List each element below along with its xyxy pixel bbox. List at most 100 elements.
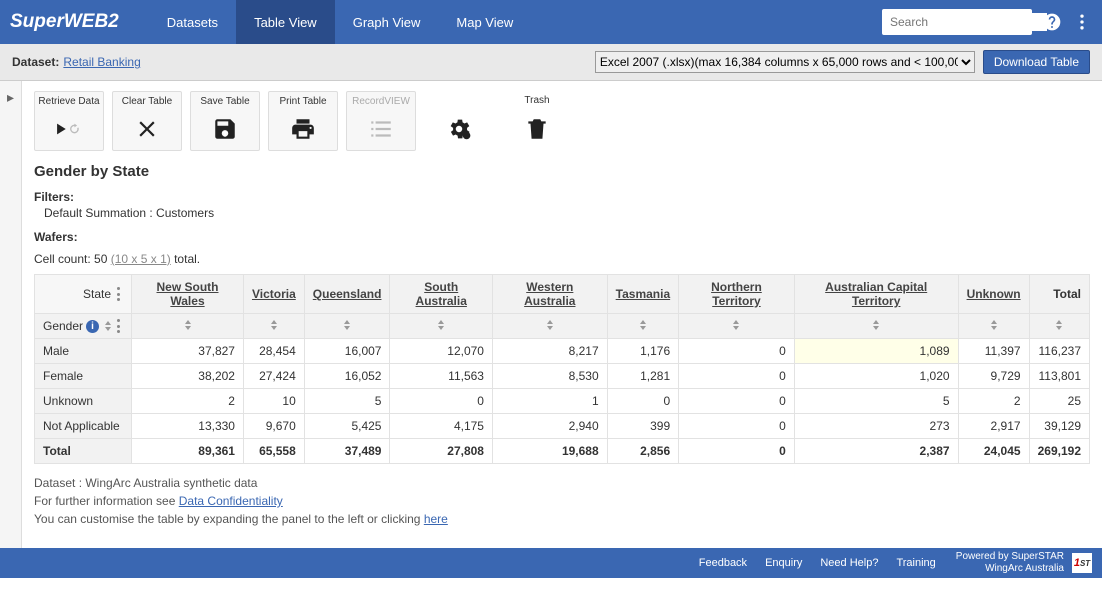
data-cell[interactable]: 11,397	[958, 339, 1029, 364]
data-cell[interactable]: 9,729	[958, 364, 1029, 389]
data-cell[interactable]: 28,454	[243, 339, 304, 364]
row-header[interactable]: Female	[35, 364, 132, 389]
data-cell[interactable]: 5,425	[304, 414, 390, 439]
bottom-bar: Feedback Enquiry Need Help? Training Pow…	[0, 548, 1102, 578]
tab-table-view[interactable]: Table View	[236, 0, 335, 44]
data-cell[interactable]: 37,827	[132, 339, 244, 364]
search-box[interactable]	[882, 9, 1032, 35]
footer-need-help[interactable]: Need Help?	[820, 557, 878, 569]
col-header[interactable]: South Australia	[416, 280, 467, 308]
data-cell[interactable]: 10	[243, 389, 304, 414]
retrieve-data-button[interactable]: Retrieve Data	[34, 91, 104, 151]
footer-feedback[interactable]: Feedback	[699, 557, 747, 569]
data-cell[interactable]: 273	[794, 414, 958, 439]
sort-icon[interactable]	[1054, 320, 1064, 330]
help-icon[interactable]	[1042, 12, 1062, 32]
clear-table-button[interactable]: Clear Table	[112, 91, 182, 151]
data-cell[interactable]: 2	[958, 389, 1029, 414]
kebab-menu-icon[interactable]	[1072, 12, 1092, 32]
data-cell[interactable]: 1,089	[794, 339, 958, 364]
settings-button[interactable]	[424, 91, 494, 151]
data-cell[interactable]: 13,330	[132, 414, 244, 439]
data-cell[interactable]: 0	[679, 389, 795, 414]
save-table-button[interactable]: Save Table	[190, 91, 260, 151]
data-cell[interactable]: 0	[390, 389, 493, 414]
col-axis-menu-icon[interactable]	[117, 287, 123, 301]
data-cell[interactable]: 1,281	[607, 364, 678, 389]
tab-graph-view[interactable]: Graph View	[335, 0, 439, 44]
row-total-cell: 39,129	[1029, 414, 1089, 439]
dataset-link[interactable]: Retail Banking	[63, 55, 140, 69]
col-header[interactable]: Western Australia	[524, 280, 575, 308]
row-axis-header[interactable]: Gender i	[35, 314, 132, 339]
corner-cell: State	[35, 275, 132, 314]
wafers-label: Wafers:	[34, 230, 1090, 244]
data-cell[interactable]: 16,007	[304, 339, 390, 364]
data-cell[interactable]: 0	[679, 339, 795, 364]
data-cell[interactable]: 0	[607, 389, 678, 414]
tab-datasets[interactable]: Datasets	[149, 0, 236, 44]
col-header[interactable]: New South Wales	[157, 280, 219, 308]
sort-icon[interactable]	[989, 320, 999, 330]
data-cell[interactable]: 16,052	[304, 364, 390, 389]
trash-button[interactable]: Trash	[502, 91, 572, 151]
info-icon[interactable]: i	[86, 320, 99, 333]
play-refresh-icon	[56, 111, 82, 146]
data-cell[interactable]: 4,175	[390, 414, 493, 439]
data-cell[interactable]: 0	[679, 414, 795, 439]
sort-icon[interactable]	[731, 320, 741, 330]
data-cell[interactable]: 1,020	[794, 364, 958, 389]
expand-panel-toggle[interactable]: ▸	[0, 81, 22, 548]
toolbar: Retrieve Data Clear Table Save Table Pri…	[34, 91, 1090, 151]
col-header[interactable]: Unknown	[967, 287, 1021, 301]
sort-icon[interactable]	[871, 320, 881, 330]
sort-icon[interactable]	[183, 320, 193, 330]
sort-icon[interactable]	[269, 320, 279, 330]
list-icon	[368, 111, 394, 146]
tab-map-view[interactable]: Map View	[438, 0, 531, 44]
data-cell[interactable]: 27,424	[243, 364, 304, 389]
col-header[interactable]: Australian Capital Territory	[825, 280, 927, 308]
row-header[interactable]: Male	[35, 339, 132, 364]
x-icon	[134, 111, 160, 146]
total-cell: 89,361	[132, 439, 244, 464]
data-cell[interactable]: 38,202	[132, 364, 244, 389]
sort-icon[interactable]	[436, 320, 446, 330]
data-cell[interactable]: 2	[132, 389, 244, 414]
row-axis-menu-icon[interactable]	[117, 319, 123, 333]
row-header[interactable]: Not Applicable	[35, 414, 132, 439]
data-cell[interactable]: 9,670	[243, 414, 304, 439]
dataset-label: Dataset:	[12, 55, 59, 69]
data-confidentiality-link[interactable]: Data Confidentiality	[179, 494, 283, 508]
filters-line: Default Summation : Customers	[44, 204, 1090, 222]
print-table-button[interactable]: Print Table	[268, 91, 338, 151]
col-header[interactable]: Tasmania	[616, 287, 670, 301]
col-header[interactable]: Northern Territory	[711, 280, 762, 308]
sort-icon[interactable]	[103, 321, 113, 331]
footer-training[interactable]: Training	[896, 557, 935, 569]
data-cell[interactable]: 2,917	[958, 414, 1029, 439]
export-format-select[interactable]: Excel 2007 (.xlsx)(max 16,384 columns x …	[595, 51, 975, 73]
data-cell[interactable]: 1	[492, 389, 607, 414]
col-header[interactable]: Victoria	[252, 287, 296, 301]
row-header[interactable]: Unknown	[35, 389, 132, 414]
data-cell[interactable]: 2,940	[492, 414, 607, 439]
data-cell[interactable]: 8,530	[492, 364, 607, 389]
data-cell[interactable]: 399	[607, 414, 678, 439]
data-cell[interactable]: 1,176	[607, 339, 678, 364]
sort-icon[interactable]	[638, 320, 648, 330]
data-cell[interactable]: 12,070	[390, 339, 493, 364]
customise-here-link[interactable]: here	[424, 512, 448, 526]
search-input[interactable]	[888, 13, 1047, 31]
download-table-button[interactable]: Download Table	[983, 50, 1090, 74]
data-cell[interactable]: 5	[304, 389, 390, 414]
nav-tabs: Datasets Table View Graph View Map View	[149, 0, 531, 44]
sort-icon[interactable]	[342, 320, 352, 330]
col-header[interactable]: Queensland	[313, 287, 382, 301]
data-cell[interactable]: 0	[679, 364, 795, 389]
data-cell[interactable]: 11,563	[390, 364, 493, 389]
sort-icon[interactable]	[545, 320, 555, 330]
footer-enquiry[interactable]: Enquiry	[765, 557, 802, 569]
data-cell[interactable]: 5	[794, 389, 958, 414]
data-cell[interactable]: 8,217	[492, 339, 607, 364]
